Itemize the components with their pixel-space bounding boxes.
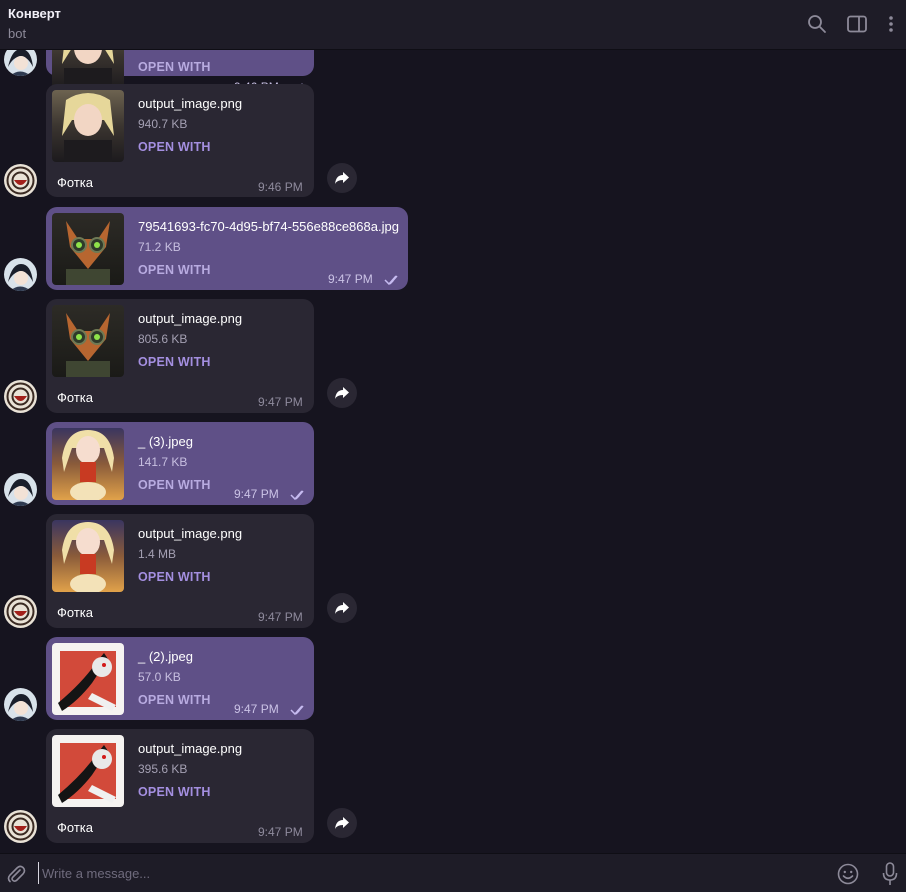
file-thumbnail[interactable] [52, 428, 124, 500]
attach-icon[interactable] [4, 862, 28, 886]
file-name[interactable]: output_image.png [138, 96, 242, 111]
forward-icon [335, 172, 349, 184]
file-thumbnail[interactable] [52, 90, 124, 162]
file-name[interactable]: output_image.png [138, 311, 242, 326]
message-time: 9:46 PM [258, 180, 303, 194]
share-button[interactable] [327, 593, 357, 623]
open-with-link[interactable]: OPEN WITH [138, 478, 211, 492]
file-size: 141.7 KB [138, 455, 188, 469]
file-size: 1.4 MB [138, 547, 177, 561]
open-with-link[interactable]: OPEN WITH [138, 140, 211, 154]
more-vertical-icon[interactable] [880, 13, 902, 35]
open-with-link[interactable]: OPEN WITH [138, 785, 211, 799]
file-thumbnail[interactable] [52, 643, 124, 715]
message-time: 9:47 PM [258, 825, 303, 839]
user-avatar[interactable] [4, 50, 37, 76]
file-name[interactable]: output_image.png [138, 741, 242, 756]
message-bubble-incoming[interactable]: output_image.png 1.4 MB OPEN WITH Фотка … [46, 514, 314, 628]
read-checks-icon [290, 490, 304, 501]
file-name[interactable]: _ (3).jpeg [138, 434, 193, 449]
open-with-link[interactable]: OPEN WITH [138, 60, 211, 74]
user-avatar[interactable] [4, 473, 37, 506]
share-button[interactable] [327, 378, 357, 408]
bot-avatar[interactable] [4, 380, 37, 413]
open-with-link[interactable]: OPEN WITH [138, 693, 211, 707]
user-avatar[interactable] [4, 688, 37, 721]
share-button[interactable] [327, 808, 357, 838]
file-size: 940.7 KB [138, 117, 188, 131]
file-thumbnail[interactable] [52, 520, 124, 592]
file-name[interactable]: _ (2).jpeg [138, 649, 193, 664]
read-checks-icon [290, 705, 304, 716]
bot-avatar[interactable] [4, 164, 37, 197]
message-time: 9:47 PM [328, 272, 373, 286]
open-with-link[interactable]: OPEN WITH [138, 570, 211, 584]
message-caption: Фотка [57, 390, 93, 405]
emoji-icon[interactable] [836, 862, 860, 886]
open-with-link[interactable]: OPEN WITH [138, 263, 211, 277]
microphone-icon[interactable] [878, 862, 902, 886]
file-thumbnail[interactable] [52, 735, 124, 807]
user-avatar[interactable] [4, 258, 37, 291]
bot-avatar[interactable] [4, 810, 37, 843]
read-checks-icon [384, 275, 398, 286]
message-time: 9:47 PM [258, 395, 303, 409]
file-thumbnail[interactable] [52, 305, 124, 377]
file-name[interactable]: output_image.png [138, 526, 242, 541]
message-bubble-incoming[interactable]: output_image.png 940.7 KB OPEN WITH Фотк… [46, 84, 314, 197]
sidebar-toggle-icon[interactable] [846, 13, 868, 35]
message-bubble-incoming[interactable]: output_image.png 395.6 KB OPEN WITH Фотк… [46, 729, 314, 843]
bot-avatar[interactable] [4, 595, 37, 628]
file-thumbnail[interactable] [52, 213, 124, 285]
message-bubble-outgoing[interactable]: _ (2).jpeg 57.0 KB OPEN WITH 9:47 PM [46, 637, 314, 720]
message-bubble-outgoing[interactable]: _ (3).jpeg 141.7 KB OPEN WITH 9:47 PM [46, 422, 314, 505]
open-with-link[interactable]: OPEN WITH [138, 355, 211, 369]
chat-status: bot [8, 26, 27, 41]
search-icon[interactable] [806, 13, 828, 35]
chat-title[interactable]: Конверт [8, 6, 61, 21]
share-button[interactable] [327, 163, 357, 193]
message-list[interactable]: OPEN WITH 9:46 PM output_image.png 940.7… [0, 50, 906, 853]
message-bubble-outgoing[interactable]: OPEN WITH 9:46 PM [46, 50, 314, 94]
file-size: 57.0 KB [138, 670, 181, 684]
message-time: 9:47 PM [234, 487, 279, 501]
message-composer [0, 853, 906, 892]
forward-icon [335, 602, 349, 614]
file-name[interactable]: 79541693-fc70-4d95-bf74-556e88ce868a.jpg [138, 219, 399, 234]
message-bubble-outgoing[interactable]: 79541693-fc70-4d95-bf74-556e88ce868a.jpg… [46, 207, 408, 290]
forward-icon [335, 387, 349, 399]
file-size: 71.2 KB [138, 240, 181, 254]
file-size: 395.6 KB [138, 762, 188, 776]
forward-icon [335, 817, 349, 829]
message-caption: Фотка [57, 820, 93, 835]
message-input[interactable] [38, 862, 822, 884]
message-bubble-incoming[interactable]: output_image.png 805.6 KB OPEN WITH Фотк… [46, 299, 314, 413]
message-caption: Фотка [57, 175, 93, 190]
message-caption: Фотка [57, 605, 93, 620]
file-size: 805.6 KB [138, 332, 188, 346]
chat-header: Конверт bot [0, 0, 906, 50]
message-time: 9:47 PM [258, 610, 303, 624]
message-time: 9:47 PM [234, 702, 279, 716]
